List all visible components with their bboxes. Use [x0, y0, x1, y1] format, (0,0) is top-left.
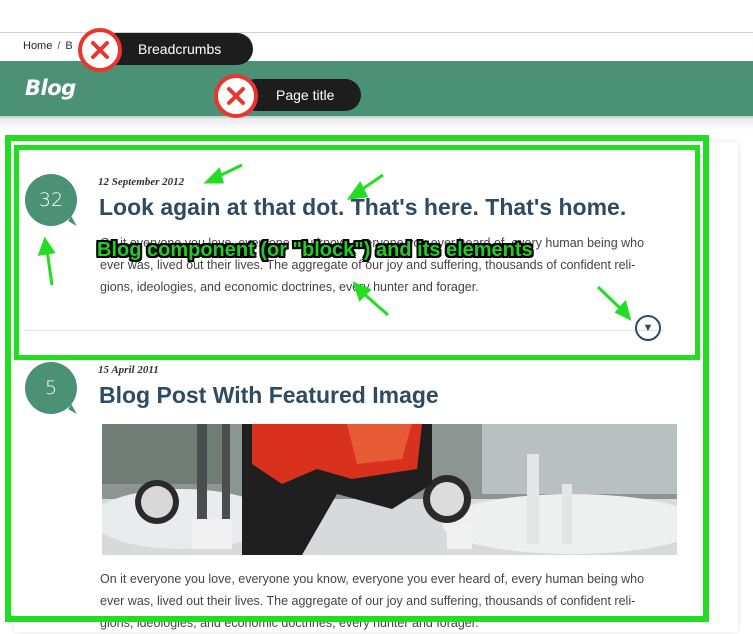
- arrow-icon: [361, 290, 389, 317]
- arrow-icon: [203, 167, 224, 184]
- breadcrumbs-callout-label: Breadcrumbs: [138, 41, 222, 57]
- arrow-icon: [45, 249, 54, 286]
- page-title-callout: Page title: [240, 79, 361, 111]
- close-icon: [78, 28, 122, 72]
- arrow-icon: [346, 181, 369, 200]
- arrow-icon: [596, 285, 624, 312]
- page-title-callout-label: Page title: [276, 87, 335, 103]
- breadcrumbs-callout: Breadcrumbs: [100, 33, 253, 65]
- arrow-icon: [37, 236, 56, 256]
- annotation-arrows: [37, 163, 632, 321]
- close-icon: [214, 74, 258, 118]
